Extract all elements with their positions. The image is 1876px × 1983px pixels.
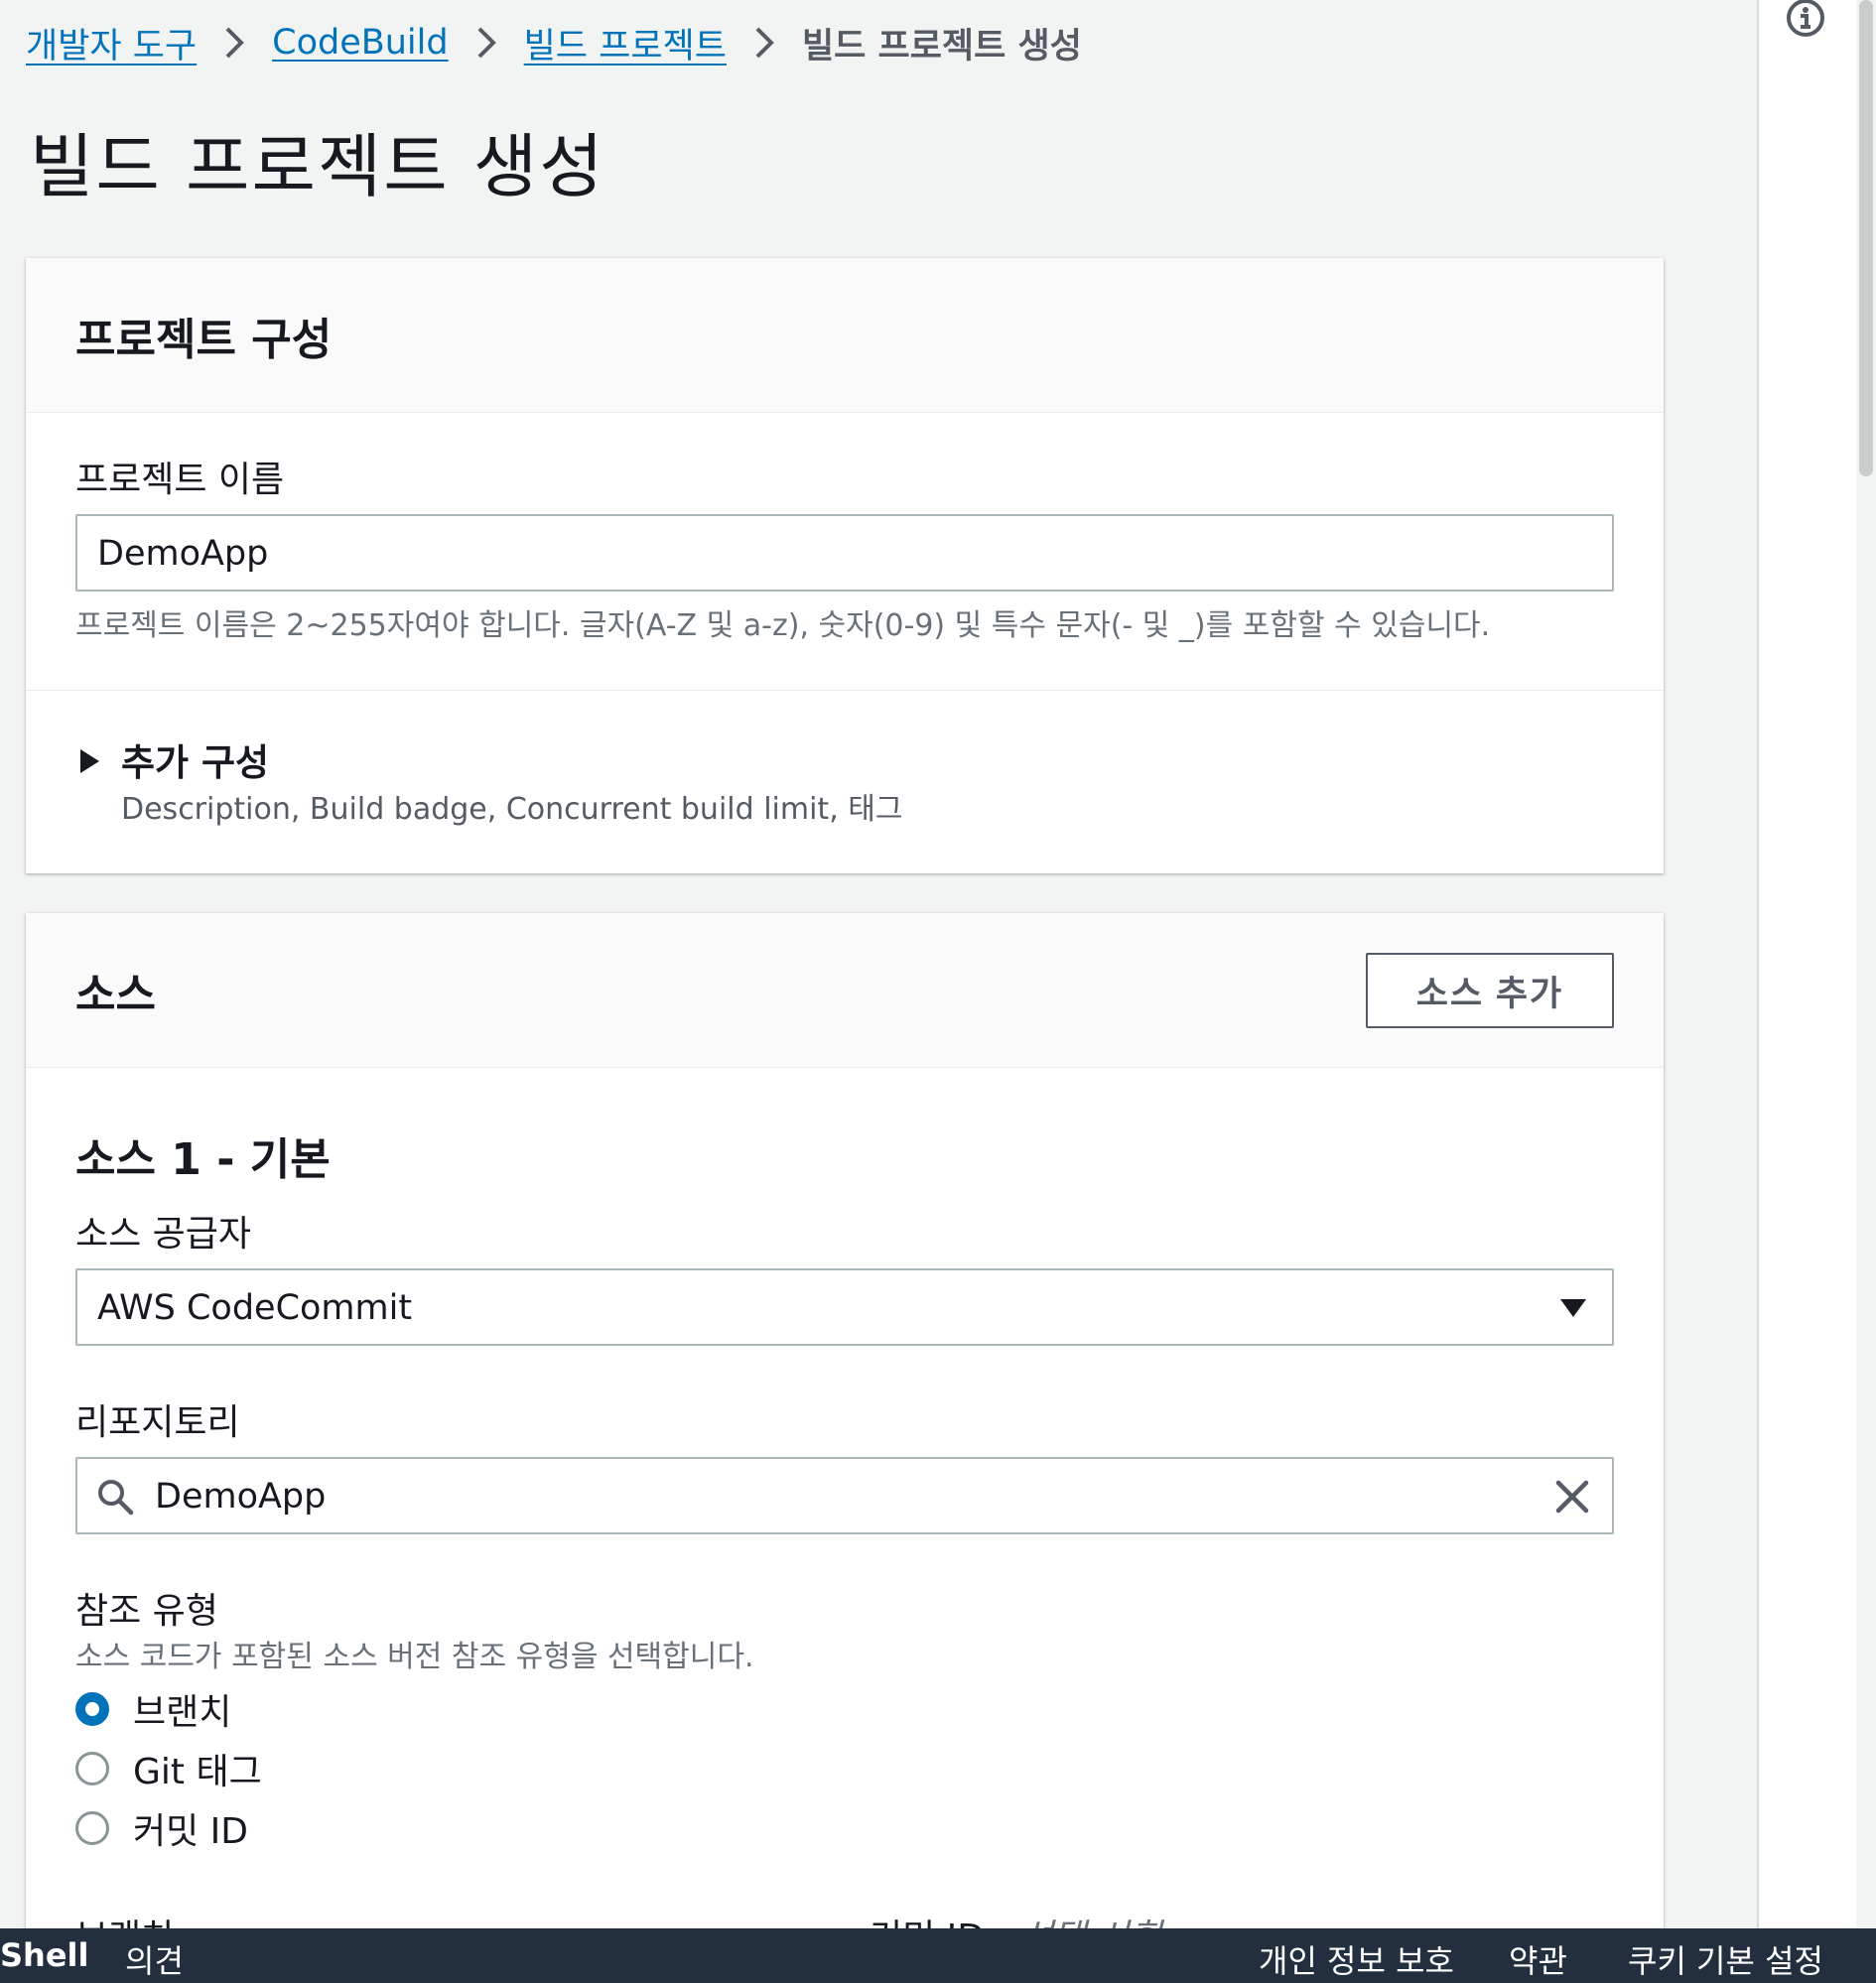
add-source-button[interactable]: 소스 추가 [1366, 953, 1614, 1028]
radio-branch[interactable]: 브랜치 [75, 1684, 231, 1734]
caret-down-icon [1558, 1296, 1588, 1320]
caret-right-icon[interactable] [77, 746, 103, 776]
radio-git-tag[interactable]: Git 태그 [75, 1744, 262, 1793]
source-panel: 소스 소스 추가 소스 1 - 기본 소스 공급자 AWS CodeCommit… [26, 913, 1664, 1983]
info-icon[interactable] [1784, 0, 1827, 40]
repository-search-input[interactable]: DemoApp [75, 1457, 1614, 1534]
breadcrumb: 개발자 도구 CodeBuild 빌드 프로젝트 빌드 프로젝트 생성 [26, 18, 1082, 67]
reference-type-label: 참조 유형 [75, 1591, 218, 1632]
panel-title: 프로젝트 구성 [75, 315, 333, 365]
chevron-right-icon [197, 18, 272, 67]
breadcrumb-current: 빌드 프로젝트 생성 [801, 26, 1082, 66]
project-config-panel: 프로젝트 구성 프로젝트 이름 DemoApp 프로젝트 이름은 2~255자여… [26, 258, 1664, 873]
radio-button[interactable] [75, 1752, 109, 1785]
reference-type-hint: 소스 코드가 포함된 소스 버전 참조 유형을 선택합니다. [75, 1640, 754, 1674]
divider [26, 690, 1664, 691]
radio-button-checked[interactable] [75, 1692, 109, 1726]
breadcrumb-link-build-projects[interactable]: 빌드 프로젝트 [524, 18, 727, 68]
radio-commit-id[interactable]: 커밋 ID [75, 1803, 248, 1853]
footer-terms-link[interactable]: 약관 [1509, 1936, 1567, 1982]
tools-panel-rail [1757, 0, 1856, 1928]
panel-title: 소스 [75, 970, 156, 1020]
additional-config-description: Description, Build badge, Concurrent bui… [121, 792, 903, 827]
radio-button[interactable] [75, 1811, 109, 1845]
radio-label: 브랜치 [133, 1692, 232, 1733]
breadcrumb-link-developer-tools[interactable]: 개발자 도구 [26, 18, 197, 68]
footer: Shell 의견 개인 정보 보호 약관 쿠키 기본 설정 [0, 1928, 1876, 1983]
footer-cloudshell-link[interactable]: Shell [0, 1936, 88, 1974]
footer-cookie-link[interactable]: 쿠키 기본 설정 [1628, 1936, 1823, 1982]
close-icon[interactable] [1552, 1477, 1592, 1517]
project-name-value: DemoApp [97, 534, 269, 574]
radio-label: Git 태그 [133, 1752, 262, 1792]
project-name-input[interactable]: DemoApp [75, 514, 1614, 592]
footer-feedback-link[interactable]: 의견 [125, 1936, 184, 1982]
chevron-right-icon [449, 18, 524, 67]
panel-header: 소스 소스 추가 [26, 913, 1664, 1068]
breadcrumb-link-codebuild[interactable]: CodeBuild [272, 23, 448, 63]
primary-source-title: 소스 1 - 기본 [75, 1134, 331, 1185]
footer-privacy-link[interactable]: 개인 정보 보호 [1259, 1936, 1454, 1982]
page: 개발자 도구 CodeBuild 빌드 프로젝트 빌드 프로젝트 생성 빌드 프… [0, 0, 1876, 1983]
additional-config-toggle[interactable]: 추가 구성 [121, 732, 269, 786]
chevron-right-icon [727, 18, 802, 67]
source-provider-label: 소스 공급자 [75, 1214, 252, 1255]
radio-label: 커밋 ID [133, 1811, 249, 1852]
search-icon [95, 1477, 135, 1517]
project-name-hint: 프로젝트 이름은 2~255자여야 합니다. 글자(A-Z 및 a-z), 숫자… [75, 608, 1491, 643]
scrollbar-thumb[interactable] [1859, 0, 1873, 476]
project-name-label: 프로젝트 이름 [75, 460, 285, 500]
page-title: 빌드 프로젝트 생성 [30, 126, 605, 207]
panel-header: 프로젝트 구성 [26, 258, 1664, 413]
repository-value: DemoApp [155, 1477, 327, 1517]
source-provider-select[interactable]: AWS CodeCommit [75, 1268, 1614, 1346]
repository-label: 리포지토리 [75, 1402, 240, 1443]
source-provider-value: AWS CodeCommit [97, 1288, 413, 1328]
